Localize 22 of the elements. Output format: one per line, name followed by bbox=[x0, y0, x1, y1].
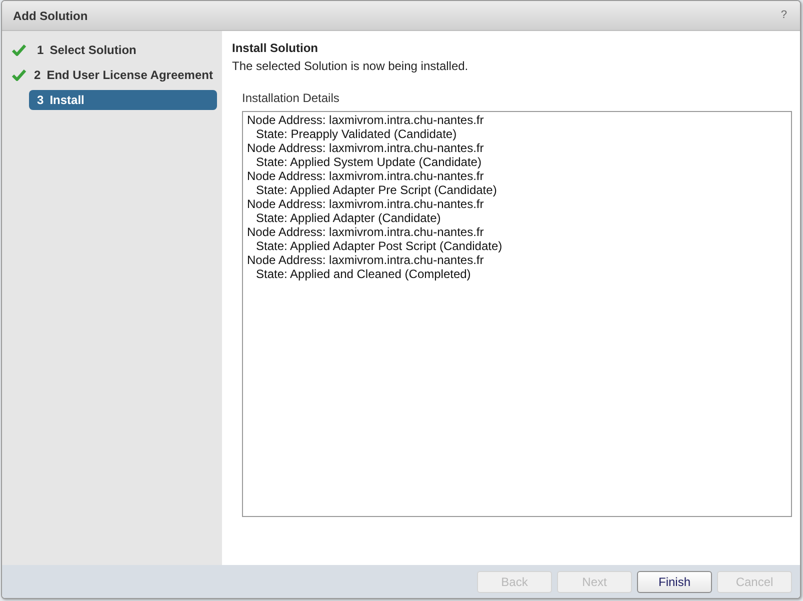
node-address-line: Node Address: laxmivrom.intra.chu-nantes.fr bbox=[247, 113, 484, 127]
node-address-line: Node Address: laxmivrom.intra.chu-nantes.fr bbox=[247, 225, 484, 239]
state-line: State: Applied Adapter Pre Script (Candidate) bbox=[256, 183, 497, 197]
wizard-step[interactable]: 2 End User License Agreement bbox=[26, 65, 221, 85]
state-line: State: Applied System Update (Candidate) bbox=[256, 155, 482, 169]
node-address-line: Node Address: laxmivrom.intra.chu-nantes.fr bbox=[247, 253, 484, 267]
window-title: Add Solution bbox=[13, 8, 88, 24]
node-address-line: Node Address: laxmivrom.intra.chu-nantes.fr bbox=[247, 197, 484, 211]
node-address-line: Node Address: laxmivrom.intra.chu-nantes.fr bbox=[247, 141, 484, 155]
wizard-step[interactable]: 3 Install bbox=[29, 90, 217, 110]
page-title: Install Solution bbox=[232, 41, 319, 55]
help-button[interactable]: ? bbox=[780, 7, 789, 24]
dialog-button[interactable]: Finish bbox=[637, 570, 712, 592]
state-line: State: Applied and Cleaned (Completed) bbox=[256, 267, 471, 281]
state-line: State: Applied Adapter Post Script (Candidate) bbox=[256, 239, 502, 253]
details-text-area[interactable] bbox=[242, 111, 792, 517]
state-line: State: Preapply Validated (Candidate) bbox=[256, 127, 457, 141]
state-line: State: Applied Adapter (Candidate) bbox=[256, 211, 441, 225]
node-address-line: Node Address: laxmivrom.intra.chu-nantes.fr bbox=[247, 169, 484, 183]
page-description: The selected Solution is now being installed. bbox=[232, 59, 470, 73]
wizard-step[interactable]: 1 Select Solution bbox=[29, 40, 217, 60]
details-label: Installation Details bbox=[242, 91, 340, 105]
